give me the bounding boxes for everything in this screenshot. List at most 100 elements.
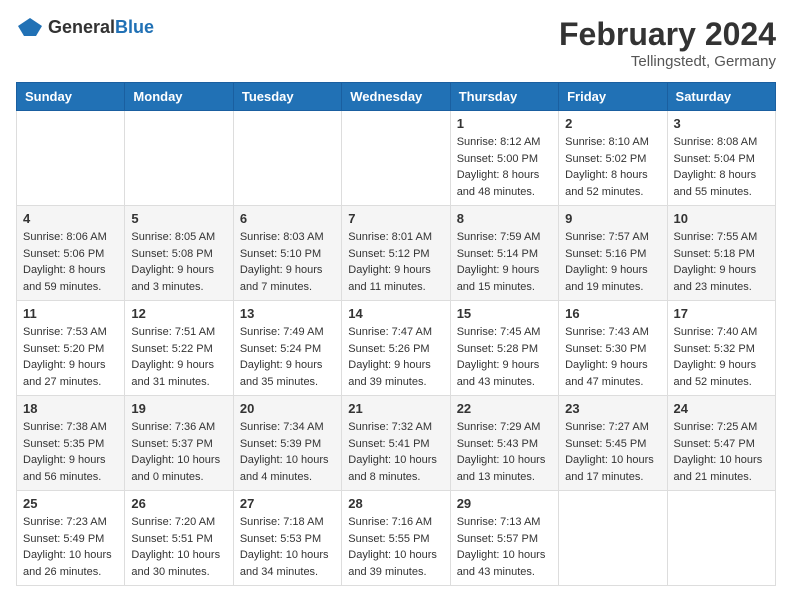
day-info: Sunrise: 7:47 AMSunset: 5:26 PMDaylight:… — [348, 324, 443, 390]
day-number: 1 — [457, 116, 552, 131]
calendar-week-row: 18 Sunrise: 7:38 AMSunset: 5:35 PMDayligh… — [17, 396, 776, 491]
calendar-cell: 23 Sunrise: 7:27 AMSunset: 5:45 PMDayligh… — [559, 396, 667, 491]
day-number: 15 — [457, 306, 552, 321]
calendar-cell: 29 Sunrise: 7:13 AMSunset: 5:57 PMDayligh… — [450, 491, 558, 586]
calendar-cell: 1 Sunrise: 8:12 AMSunset: 5:00 PMDaylight… — [450, 111, 558, 206]
calendar-cell: 15Sunrise: 7:45 AMSunset: 5:28 PMDayligh… — [450, 301, 558, 396]
day-info: Sunrise: 7:29 AMSunset: 5:43 PMDaylight:… — [457, 419, 552, 485]
calendar-table: SundayMondayTuesdayWednesdayThursdayFrid… — [16, 82, 776, 586]
day-info: Sunrise: 8:12 AMSunset: 5:00 PMDaylight:… — [457, 134, 552, 200]
day-info: Sunrise: 7:23 AMSunset: 5:49 PMDaylight:… — [23, 514, 118, 580]
day-number: 25 — [23, 496, 118, 511]
calendar-cell — [342, 111, 450, 206]
day-number: 11 — [23, 306, 118, 321]
location: Tellingstedt, Germany — [559, 53, 776, 70]
day-info: Sunrise: 7:34 AMSunset: 5:39 PMDaylight:… — [240, 419, 335, 485]
day-info: Sunrise: 7:40 AMSunset: 5:32 PMDaylight:… — [674, 324, 769, 390]
calendar-cell: 17Sunrise: 7:40 AMSunset: 5:32 PMDayligh… — [667, 301, 775, 396]
day-info: Sunrise: 7:32 AMSunset: 5:41 PMDaylight:… — [348, 419, 443, 485]
calendar-cell: 12 Sunrise: 7:51 AMSunset: 5:22 PMDayligh… — [125, 301, 233, 396]
day-number: 26 — [131, 496, 226, 511]
day-info: Sunrise: 7:38 AMSunset: 5:35 PMDaylight:… — [23, 419, 118, 485]
day-info: Sunrise: 7:16 AMSunset: 5:55 PMDaylight:… — [348, 514, 443, 580]
calendar-cell: 4 Sunrise: 8:06 AMSunset: 5:06 PMDaylight… — [17, 206, 125, 301]
calendar-cell: 9 Sunrise: 7:57 AMSunset: 5:16 PMDaylight… — [559, 206, 667, 301]
calendar-cell: 11 Sunrise: 7:53 AMSunset: 5:20 PMDayligh… — [17, 301, 125, 396]
calendar-cell: 28Sunrise: 7:16 AMSunset: 5:55 PMDayligh… — [342, 491, 450, 586]
calendar-cell: 14Sunrise: 7:47 AMSunset: 5:26 PMDayligh… — [342, 301, 450, 396]
day-info: Sunrise: 8:08 AMSunset: 5:04 PMDaylight:… — [674, 134, 769, 200]
weekday-row: SundayMondayTuesdayWednesdayThursdayFrid… — [17, 83, 776, 111]
day-info: Sunrise: 8:06 AMSunset: 5:06 PMDaylight:… — [23, 229, 118, 295]
calendar-cell — [17, 111, 125, 206]
calendar-cell: 7 Sunrise: 8:01 AMSunset: 5:12 PMDaylight… — [342, 206, 450, 301]
day-number: 6 — [240, 211, 335, 226]
day-info: Sunrise: 7:51 AMSunset: 5:22 PMDaylight:… — [131, 324, 226, 390]
day-info: Sunrise: 7:57 AMSunset: 5:16 PMDaylight:… — [565, 229, 660, 295]
calendar-body: 1 Sunrise: 8:12 AMSunset: 5:00 PMDaylight… — [17, 111, 776, 586]
weekday-header: Thursday — [450, 83, 558, 111]
day-info: Sunrise: 8:10 AMSunset: 5:02 PMDaylight:… — [565, 134, 660, 200]
day-info: Sunrise: 7:55 AMSunset: 5:18 PMDaylight:… — [674, 229, 769, 295]
day-info: Sunrise: 7:13 AMSunset: 5:57 PMDaylight:… — [457, 514, 552, 580]
day-info: Sunrise: 8:03 AMSunset: 5:10 PMDaylight:… — [240, 229, 335, 295]
day-info: Sunrise: 7:49 AMSunset: 5:24 PMDaylight:… — [240, 324, 335, 390]
calendar-week-row: 11 Sunrise: 7:53 AMSunset: 5:20 PMDayligh… — [17, 301, 776, 396]
day-number: 23 — [565, 401, 660, 416]
day-number: 24 — [674, 401, 769, 416]
calendar-cell: 26 Sunrise: 7:20 AMSunset: 5:51 PMDayligh… — [125, 491, 233, 586]
day-number: 29 — [457, 496, 552, 511]
day-info: Sunrise: 7:53 AMSunset: 5:20 PMDaylight:… — [23, 324, 118, 390]
logo-general: General — [48, 17, 115, 37]
day-info: Sunrise: 7:43 AMSunset: 5:30 PMDaylight:… — [565, 324, 660, 390]
calendar-cell: 2Sunrise: 8:10 AMSunset: 5:02 PMDaylight… — [559, 111, 667, 206]
day-number: 5 — [131, 211, 226, 226]
calendar-header: SundayMondayTuesdayWednesdayThursdayFrid… — [17, 83, 776, 111]
day-number: 7 — [348, 211, 443, 226]
day-number: 22 — [457, 401, 552, 416]
title-block: February 2024 Tellingstedt, Germany — [559, 16, 776, 70]
calendar-cell: 27Sunrise: 7:18 AMSunset: 5:53 PMDayligh… — [233, 491, 341, 586]
calendar-cell — [667, 491, 775, 586]
page-header: GeneralBlue February 2024 Tellingstedt, … — [16, 16, 776, 70]
calendar-cell: 5 Sunrise: 8:05 AMSunset: 5:08 PMDaylight… — [125, 206, 233, 301]
calendar-cell: 18 Sunrise: 7:38 AMSunset: 5:35 PMDayligh… — [17, 396, 125, 491]
calendar-cell — [559, 491, 667, 586]
weekday-header: Wednesday — [342, 83, 450, 111]
calendar-cell — [125, 111, 233, 206]
day-number: 13 — [240, 306, 335, 321]
day-number: 12 — [131, 306, 226, 321]
day-number: 18 — [23, 401, 118, 416]
day-number: 3 — [674, 116, 769, 131]
day-number: 27 — [240, 496, 335, 511]
day-info: Sunrise: 7:20 AMSunset: 5:51 PMDaylight:… — [131, 514, 226, 580]
weekday-header: Tuesday — [233, 83, 341, 111]
calendar-cell: 3 Sunrise: 8:08 AMSunset: 5:04 PMDaylight… — [667, 111, 775, 206]
calendar-week-row: 1 Sunrise: 8:12 AMSunset: 5:00 PMDaylight… — [17, 111, 776, 206]
calendar-cell — [233, 111, 341, 206]
day-info: Sunrise: 7:36 AMSunset: 5:37 PMDaylight:… — [131, 419, 226, 485]
day-info: Sunrise: 8:05 AMSunset: 5:08 PMDaylight:… — [131, 229, 226, 295]
day-number: 21 — [348, 401, 443, 416]
day-number: 16 — [565, 306, 660, 321]
day-info: Sunrise: 7:27 AMSunset: 5:45 PMDaylight:… — [565, 419, 660, 485]
day-number: 4 — [23, 211, 118, 226]
calendar-cell: 25 Sunrise: 7:23 AMSunset: 5:49 PMDayligh… — [17, 491, 125, 586]
calendar-cell: 21 Sunrise: 7:32 AMSunset: 5:41 PMDayligh… — [342, 396, 450, 491]
day-number: 20 — [240, 401, 335, 416]
day-number: 8 — [457, 211, 552, 226]
calendar-week-row: 4 Sunrise: 8:06 AMSunset: 5:06 PMDaylight… — [17, 206, 776, 301]
day-info: Sunrise: 7:25 AMSunset: 5:47 PMDaylight:… — [674, 419, 769, 485]
month-year: February 2024 — [559, 16, 776, 53]
day-info: Sunrise: 7:59 AMSunset: 5:14 PMDaylight:… — [457, 229, 552, 295]
calendar-cell: 6 Sunrise: 8:03 AMSunset: 5:10 PMDaylight… — [233, 206, 341, 301]
calendar-cell: 13 Sunrise: 7:49 AMSunset: 5:24 PMDayligh… — [233, 301, 341, 396]
weekday-header: Sunday — [17, 83, 125, 111]
day-info: Sunrise: 8:01 AMSunset: 5:12 PMDaylight:… — [348, 229, 443, 295]
calendar-cell: 10Sunrise: 7:55 AMSunset: 5:18 PMDayligh… — [667, 206, 775, 301]
calendar-cell: 8 Sunrise: 7:59 AMSunset: 5:14 PMDaylight… — [450, 206, 558, 301]
calendar-week-row: 25 Sunrise: 7:23 AMSunset: 5:49 PMDayligh… — [17, 491, 776, 586]
logo-blue: Blue — [115, 17, 154, 37]
logo-icon — [16, 16, 44, 38]
day-number: 9 — [565, 211, 660, 226]
